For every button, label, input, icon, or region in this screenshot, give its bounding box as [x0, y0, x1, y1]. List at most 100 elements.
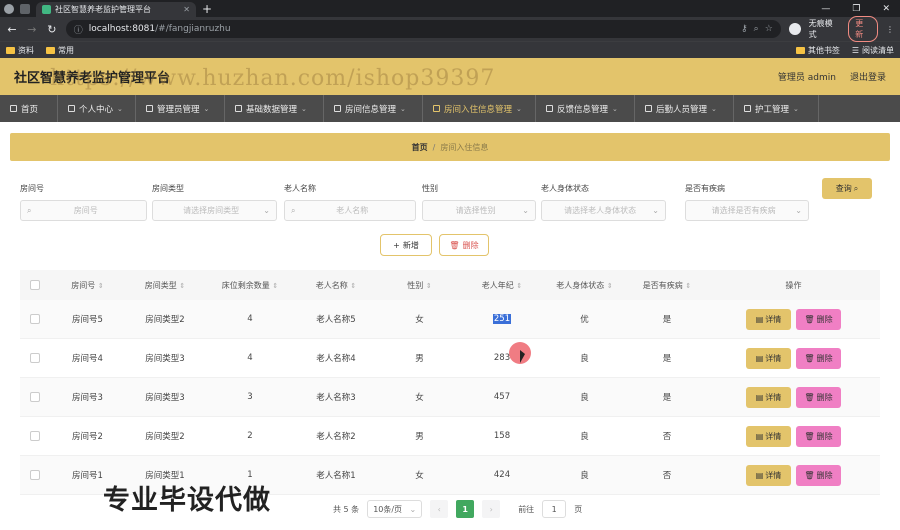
- disease-select[interactable]: 请选择是否有疾病 ⌄: [685, 200, 809, 221]
- table-cell-name: 老人名称3: [316, 393, 356, 403]
- bookmark-folder[interactable]: 常用: [46, 45, 74, 56]
- zoom-icon[interactable]: ⌕: [754, 24, 759, 34]
- page-size-select[interactable]: 10条/页 ⌄: [367, 500, 423, 518]
- table-cell-age: 251: [492, 314, 512, 324]
- row-checkbox[interactable]: [30, 392, 40, 402]
- menu-item-admin[interactable]: 管理员管理 ⌄: [136, 95, 225, 122]
- batch-delete-button[interactable]: 🗑 删除: [439, 234, 489, 256]
- incognito-avatar-icon[interactable]: [788, 23, 801, 35]
- column-header[interactable]: 房间号 ⇕: [50, 280, 125, 291]
- detail-button[interactable]: ▤ 详情: [746, 464, 791, 486]
- menu-item-base-data[interactable]: 基础数据管理 ⌄: [225, 95, 324, 122]
- elder-name-input[interactable]: ⌕ 老人名称: [284, 200, 416, 221]
- filter-label-room-no: 房间号: [20, 184, 44, 193]
- maximize-icon[interactable]: ❐: [852, 4, 860, 14]
- other-bookmarks[interactable]: 其他书签: [795, 45, 840, 56]
- home-icon: [10, 105, 17, 112]
- trash-icon: 🗑: [804, 431, 815, 441]
- table-cell-age: 457: [493, 392, 511, 402]
- url-input[interactable]: ⓘ localhost:8081/#/fangjianruzhu ⚷ ⌕ ☆: [65, 20, 781, 38]
- trash-icon: 🗑: [449, 240, 460, 250]
- detail-button[interactable]: ▤ 详情: [746, 425, 791, 447]
- column-header[interactable]: 老人年纪 ⇕: [462, 280, 542, 291]
- tab-search-icon[interactable]: [20, 3, 30, 14]
- row-delete-button[interactable]: 🗑 删除: [796, 464, 841, 486]
- menu-item-profile[interactable]: 个人中心 ⌄: [58, 95, 136, 122]
- health-select[interactable]: 请选择老人身体状态 ⌄: [541, 200, 666, 221]
- table-cell-disease: 否: [662, 471, 672, 481]
- row-delete-button[interactable]: 🗑 删除: [796, 347, 841, 369]
- jump-page-input[interactable]: 1: [542, 500, 567, 518]
- select-all-checkbox[interactable]: [30, 280, 40, 290]
- menu-item-room-checkin[interactable]: 房间入住信息管理 ⌄: [423, 95, 536, 122]
- column-header[interactable]: 房间类型 ⇕: [125, 280, 205, 291]
- close-window-icon[interactable]: ✕: [882, 4, 890, 14]
- detail-button[interactable]: ▤ 详情: [746, 386, 791, 408]
- bookmark-folder[interactable]: 资料: [6, 45, 34, 56]
- menu-item-room-info[interactable]: 房间信息管理 ⌄: [324, 95, 423, 122]
- menu-item-home[interactable]: 首页: [0, 95, 58, 122]
- menu-item-feedback[interactable]: 反馈信息管理 ⌄: [536, 95, 635, 122]
- chevron-down-icon: ⌄: [652, 206, 659, 215]
- logout-link[interactable]: 退出登录: [850, 70, 886, 83]
- row-checkbox[interactable]: [30, 314, 40, 324]
- breadcrumb-current: 房间入住信息: [440, 142, 489, 152]
- table-header: 房间号 ⇕ 房间类型 ⇕ 床位剩余数量 ⇕ 老人名称 ⇕ 性别 ⇕ 老人年纪 ⇕…: [20, 270, 880, 300]
- chevron-down-icon: ⌄: [400, 104, 406, 113]
- breadcrumb-home[interactable]: 首页: [412, 142, 428, 153]
- more-menu-icon[interactable]: ⋮: [886, 25, 894, 34]
- jump-suffix: 页: [574, 504, 583, 514]
- bookmark-star-icon[interactable]: ☆: [765, 24, 773, 34]
- add-button[interactable]: + 新增: [380, 234, 432, 256]
- feedback-icon: [546, 105, 553, 112]
- sort-icon: ⇕: [97, 281, 104, 290]
- close-tab-icon[interactable]: ✕: [183, 5, 190, 14]
- trash-icon: 🗑: [804, 353, 815, 363]
- column-header[interactable]: 是否有疾病 ⇕: [627, 280, 707, 291]
- column-header[interactable]: 老人身体状态 ⇕: [542, 280, 627, 291]
- column-header[interactable]: 床位剩余数量 ⇕: [205, 280, 295, 291]
- detail-button[interactable]: ▤ 详情: [746, 308, 791, 330]
- row-checkbox[interactable]: [30, 470, 40, 480]
- promo-watermark: 专业毕设代做: [103, 485, 271, 516]
- table-cell-health: 良: [580, 393, 589, 403]
- row-delete-button[interactable]: 🗑 删除: [796, 308, 841, 330]
- site-info-icon[interactable]: ⓘ: [74, 23, 83, 36]
- room-no-input[interactable]: ⌕ 房间号: [20, 200, 147, 221]
- chevron-down-icon: ⌄: [522, 206, 529, 215]
- key-icon[interactable]: ⚷: [741, 24, 748, 34]
- browser-menu-icon[interactable]: [4, 3, 14, 14]
- update-button[interactable]: 更新: [848, 16, 878, 42]
- page-number-current[interactable]: 1: [456, 500, 475, 518]
- back-icon[interactable]: ←: [6, 23, 18, 36]
- search-icon: ⌕: [853, 183, 859, 193]
- pagination: 共 5 条 10条/页 ⌄ ‹ 1 › 前往 1 页: [333, 500, 582, 518]
- prev-page-button[interactable]: ‹: [430, 500, 449, 518]
- table-cell-type: 房间类型3: [145, 354, 185, 364]
- row-delete-button[interactable]: 🗑 删除: [796, 425, 841, 447]
- row-delete-button[interactable]: 🗑 删除: [796, 386, 841, 408]
- detail-button[interactable]: ▤ 详情: [746, 347, 791, 369]
- menu-item-caregiver[interactable]: 护工管理 ⌄: [734, 95, 819, 122]
- new-tab-icon[interactable]: +: [202, 2, 212, 16]
- table-cell-gender: 女: [415, 471, 424, 481]
- column-header[interactable]: 老人名称 ⇕: [295, 280, 377, 291]
- forward-icon[interactable]: →: [26, 23, 38, 36]
- table-body: 房间号5 房间类型2 4 老人名称5 女 251 优是 ▤ 详情 🗑 删除 房间号4 房间类型3 4 老人名…: [20, 300, 880, 495]
- chevron-down-icon: ⌄: [711, 104, 717, 113]
- gender-select[interactable]: 请选择性别 ⌄: [422, 200, 536, 221]
- menu-item-logistics[interactable]: 后勤人员管理 ⌄: [635, 95, 734, 122]
- browser-tab[interactable]: 社区智慧养老监护管理平台 ✕: [36, 2, 196, 17]
- room-type-select[interactable]: 请选择房间类型 ⌄: [152, 200, 277, 221]
- column-header[interactable]: 性别 ⇕: [377, 280, 462, 291]
- row-checkbox[interactable]: [30, 431, 40, 441]
- reading-list[interactable]: ☰ 阅读清单: [852, 45, 894, 56]
- query-button[interactable]: 查询 ⌕: [822, 178, 872, 199]
- minimize-icon[interactable]: —: [821, 4, 830, 14]
- next-page-button[interactable]: ›: [482, 500, 501, 518]
- profile-label[interactable]: 无痕模式: [809, 18, 841, 40]
- row-checkbox[interactable]: [30, 353, 40, 363]
- reload-icon[interactable]: ↻: [46, 23, 58, 36]
- data-icon: [235, 105, 242, 112]
- table-row: 房间号4 房间类型3 4 老人名称4 男 283 良是 ▤ 详情 🗑 删除: [20, 339, 880, 378]
